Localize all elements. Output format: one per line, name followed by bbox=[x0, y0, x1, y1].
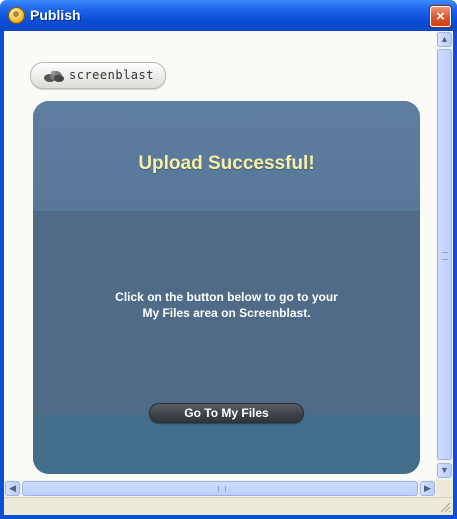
screenblast-logo: screenblast bbox=[30, 62, 166, 89]
instruction-line-1: Click on the button below to go to your bbox=[115, 290, 338, 304]
chevron-down-icon: ▼ bbox=[440, 465, 449, 475]
scroll-up-button[interactable]: ▲ bbox=[437, 32, 452, 47]
chevron-left-icon: ◀ bbox=[9, 483, 16, 493]
resize-grip-icon[interactable] bbox=[439, 501, 451, 513]
instruction-text: Click on the button below to go to your … bbox=[33, 289, 420, 321]
close-button[interactable]: × bbox=[430, 6, 451, 27]
grip-icon bbox=[442, 252, 448, 260]
publish-window: Publish × screenblast Upload Successful! bbox=[0, 0, 457, 519]
horizontal-scrollbar[interactable]: ◀ ▶ bbox=[4, 480, 436, 497]
window-title: Publish bbox=[30, 7, 81, 23]
chevron-right-icon: ▶ bbox=[424, 483, 431, 493]
content-area: screenblast Upload Successful! Click on … bbox=[4, 31, 436, 480]
panel-footer-band bbox=[33, 415, 420, 474]
grip-icon bbox=[218, 486, 226, 492]
window-client-area: screenblast Upload Successful! Click on … bbox=[4, 31, 453, 515]
chevron-up-icon: ▲ bbox=[440, 34, 449, 44]
go-to-my-files-button[interactable]: Go To My Files bbox=[149, 403, 304, 423]
upload-status-title: Upload Successful! bbox=[138, 153, 315, 174]
vertical-scrollbar[interactable]: ▲ ▼ bbox=[436, 31, 453, 480]
vertical-scroll-thumb[interactable] bbox=[437, 49, 452, 460]
scroll-down-button[interactable]: ▼ bbox=[437, 463, 452, 478]
scroll-left-button[interactable]: ◀ bbox=[5, 481, 20, 496]
close-icon: × bbox=[436, 8, 445, 25]
scrollbar-corner bbox=[436, 480, 453, 497]
scroll-right-button[interactable]: ▶ bbox=[420, 481, 435, 496]
logo-text: screenblast bbox=[69, 68, 154, 82]
cloud-logo-icon bbox=[44, 70, 64, 82]
instruction-line-2: My Files area on Screenblast. bbox=[142, 306, 311, 320]
title-bar[interactable]: Publish × bbox=[0, 0, 457, 31]
status-bar bbox=[4, 497, 453, 515]
upload-status-panel: Upload Successful! Click on the button b… bbox=[33, 101, 420, 474]
app-icon bbox=[8, 7, 25, 24]
horizontal-scroll-thumb[interactable] bbox=[22, 481, 418, 496]
